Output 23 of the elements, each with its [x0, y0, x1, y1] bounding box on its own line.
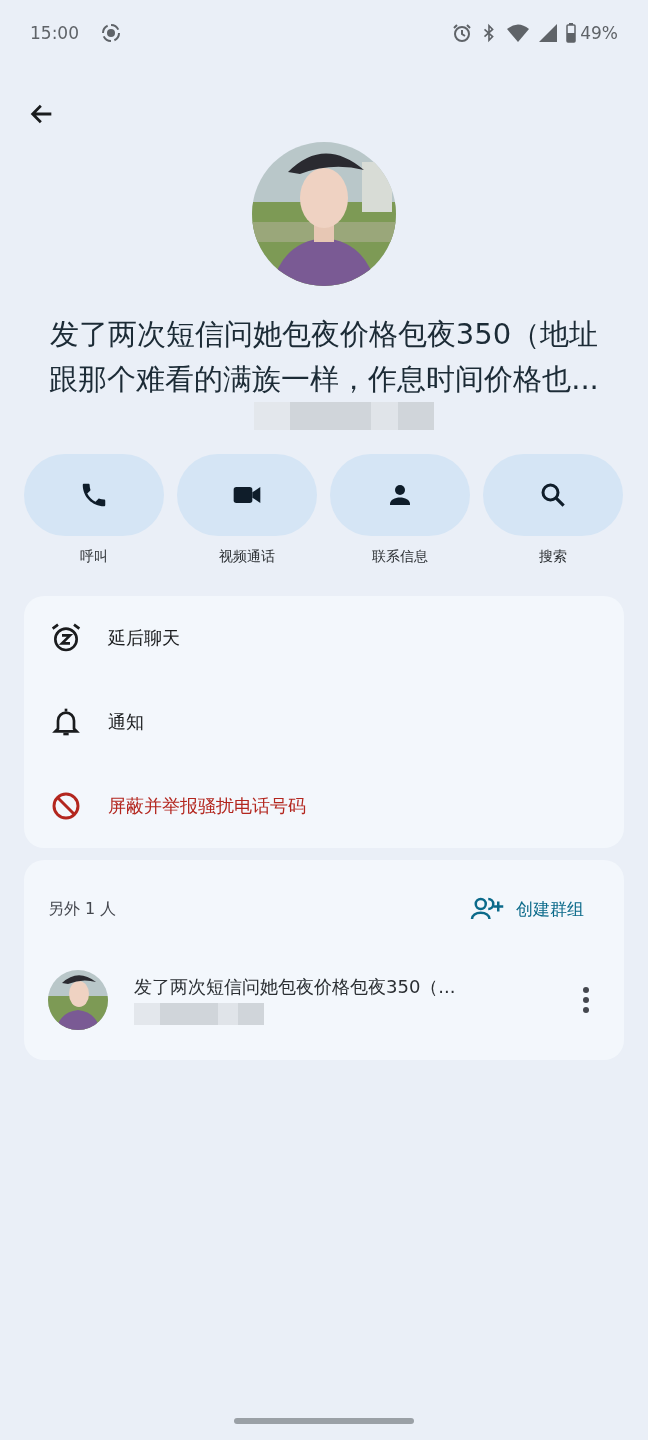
- block-icon: [50, 790, 82, 822]
- battery-icon: [566, 23, 577, 43]
- alarm-icon: [452, 23, 473, 43]
- battery-level: 49%: [580, 23, 618, 43]
- action-label: 联系信息: [372, 548, 428, 566]
- contact-name: 发了两次短信问她包夜价格包夜350（地址跟那个难看的满族一样，作息时间价格也...: [48, 316, 600, 398]
- status-time: 15:00: [30, 23, 79, 43]
- menu-item[interactable]: 通知: [24, 680, 624, 764]
- member-name: 发了两次短信问她包夜价格包夜350（...: [134, 975, 457, 999]
- action-label: 视频通话: [219, 548, 275, 566]
- more-vertical-icon: [582, 986, 590, 1014]
- action-label: 呼叫: [80, 548, 108, 566]
- wifi-icon: [506, 23, 531, 43]
- snooze-icon: [50, 622, 82, 654]
- menu-item[interactable]: 延后聊天: [24, 596, 624, 680]
- action-label: 搜索: [539, 548, 567, 566]
- bell-icon: [50, 706, 82, 738]
- section-heading: 另外 1 人: [48, 898, 117, 920]
- home-indicator[interactable]: [234, 1418, 414, 1424]
- create-group-button[interactable]: 创建群组: [468, 894, 600, 924]
- menu-item[interactable]: 屏蔽并举报骚扰电话号码: [24, 764, 624, 848]
- signal-icon: [538, 23, 559, 43]
- screen-record-icon: [101, 23, 121, 43]
